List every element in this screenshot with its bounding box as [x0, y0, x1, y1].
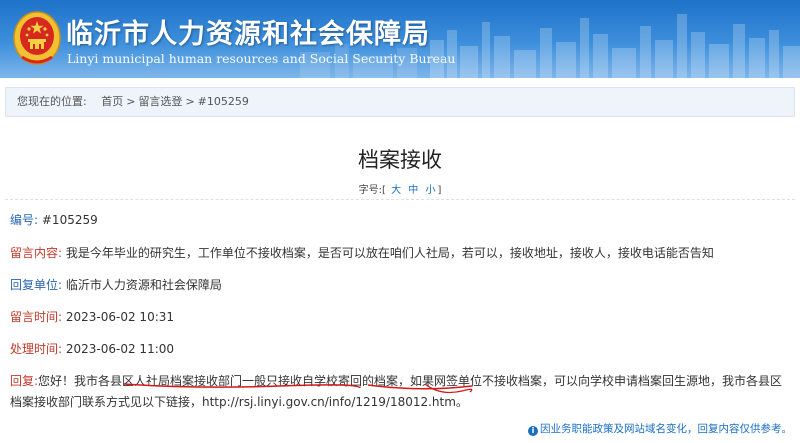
- breadcrumb-separator: >: [126, 95, 136, 108]
- site-banner: 临沂市人力资源和社会保障局 Linyi municipal human reso…: [0, 0, 800, 78]
- field-message-time-value: 2023-06-02 10:31: [65, 310, 175, 324]
- field-number-value: #105259: [41, 213, 98, 227]
- field-reply-unit: 回复单位: 临沂市人力资源和社会保障局: [10, 275, 222, 295]
- breadcrumb: 您现在的位置: 首页 > 留言选登 > #105259: [5, 87, 795, 117]
- breadcrumb-messages-link[interactable]: 留言选登: [138, 95, 182, 108]
- disclaimer-text: 因业务职能政策及网站域名变化，回复内容仅供参考。: [540, 423, 792, 435]
- disclaimer-notice: i 因业务职能政策及网站域名变化，回复内容仅供参考。: [528, 421, 792, 436]
- field-process-time-label: 处理时间:: [10, 342, 63, 356]
- font-size-medium-link[interactable]: 中: [408, 185, 418, 196]
- reply-block: 回复:您好！我市各县区人社局档案接收部门一般只接收自学校寄回的档案，如果网签单位…: [10, 371, 793, 413]
- field-message-time: 留言时间: 2023-06-02 10:31: [10, 307, 174, 327]
- font-size-small-link[interactable]: 小: [425, 185, 435, 196]
- field-reply-unit-value: 临沂市人力资源和社会保障局: [65, 278, 222, 292]
- font-size-bracket-open: [: [382, 185, 386, 196]
- font-size-large-link[interactable]: 大: [391, 185, 401, 196]
- font-size-label: 字号:: [358, 185, 382, 196]
- field-number-label: 编号:: [10, 213, 39, 227]
- national-emblem-icon: [13, 11, 61, 65]
- field-message-content: 留言内容: 我是今年毕业的研究生，工作单位不接收档案，是否可以放在咱们人社局，若…: [10, 243, 714, 263]
- breadcrumb-current: #105259: [197, 95, 249, 108]
- breadcrumb-prefix: 您现在的位置:: [17, 95, 87, 108]
- field-number: 编号: #105259: [10, 210, 98, 230]
- field-process-time-value: 2023-06-02 11:00: [65, 342, 175, 356]
- field-message-content-value: 我是今年毕业的研究生，工作单位不接收档案，是否可以放在咱们人社局，若可以，接收地…: [65, 246, 714, 260]
- breadcrumb-separator: >: [185, 95, 195, 108]
- info-icon: i: [528, 426, 538, 436]
- font-size-bracket-close: ]: [437, 185, 442, 196]
- reply-label: 回复:: [10, 374, 39, 388]
- field-process-time: 处理时间: 2023-06-02 11:00: [10, 339, 174, 359]
- site-subtitle: Linyi municipal human resources and Soci…: [67, 51, 456, 66]
- field-message-time-label: 留言时间:: [10, 310, 63, 324]
- field-message-content-label: 留言内容:: [10, 246, 63, 260]
- site-title: 临沂市人力资源和社会保障局: [66, 19, 430, 50]
- field-reply-unit-label: 回复单位:: [10, 278, 63, 292]
- breadcrumb-home-link[interactable]: 首页: [101, 95, 123, 108]
- title-divider: [5, 199, 795, 200]
- font-size-control: 字号:[ 大 中 小]: [0, 181, 800, 196]
- article-title: 档案接收: [358, 148, 442, 172]
- reply-text: 您好！我市各县区人社局档案接收部门一般只接收自学校寄回的档案，如果网签单位不接收…: [10, 374, 783, 409]
